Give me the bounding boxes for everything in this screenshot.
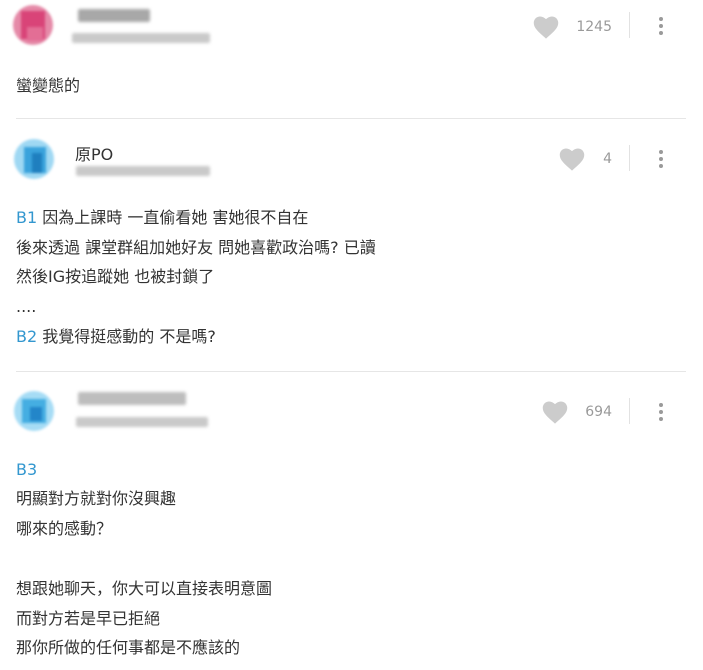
blurred-username [78, 392, 186, 405]
comment-line: B2 我覺得挺感動的 不是嗎? [16, 327, 216, 346]
comment-line: 然後IG按追蹤她 也被封鎖了 [16, 267, 215, 286]
like-count: 4 [603, 151, 612, 167]
comment-line: .... [16, 297, 37, 316]
floor-link[interactable]: B3 [16, 460, 37, 480]
floor-link[interactable]: B1 [16, 208, 37, 227]
more-vertical-icon[interactable] [651, 146, 671, 172]
author-name[interactable]: 原PO [75, 141, 113, 165]
comment-line: 後來透過 課堂群組加她好友 問她喜歡政治嗎? 已讀 [16, 238, 376, 257]
more-vertical-icon[interactable] [651, 13, 671, 39]
blurred-meta [76, 417, 208, 427]
separator [629, 145, 630, 171]
comment-line: 而對方若是早已拒絕 [16, 609, 161, 628]
floor-link[interactable]: B2 [16, 327, 37, 346]
comment-line: 那你所做的任何事都是不應該的 [16, 638, 241, 657]
comment-1: 1245 蠻變態的 [0, 0, 703, 118]
comment-3: 694 B3 明顯對方就對你沒興趣 哪來的感動？ 想跟她聊天，你大可以直接表明意… [0, 372, 703, 670]
separator [629, 12, 630, 38]
avatar[interactable] [14, 139, 54, 179]
comment-line: 明顯對方就對你沒興趣 [16, 489, 177, 508]
comment-text: 蠻變態的 [16, 76, 81, 95]
comment-2: 原PO 4 B1 因為上課時 一直偷看她 害她很不自在 後來透過 課堂群組加她好… [0, 119, 703, 371]
like-count: 694 [585, 404, 612, 420]
blurred-meta [72, 33, 210, 43]
separator [629, 398, 630, 424]
comment-line: 想跟她聊天，你大可以直接表明意圖 [16, 579, 273, 598]
avatar[interactable] [14, 391, 54, 431]
more-vertical-icon[interactable] [651, 399, 671, 425]
avatar[interactable] [13, 5, 53, 45]
blurred-meta [76, 166, 210, 176]
comment-line: B1 因為上課時 一直偷看她 害她很不自在 [16, 208, 309, 227]
comment-line: 哪來的感動？ [16, 519, 113, 538]
like-count: 1245 [576, 19, 612, 35]
blurred-username [78, 9, 150, 22]
